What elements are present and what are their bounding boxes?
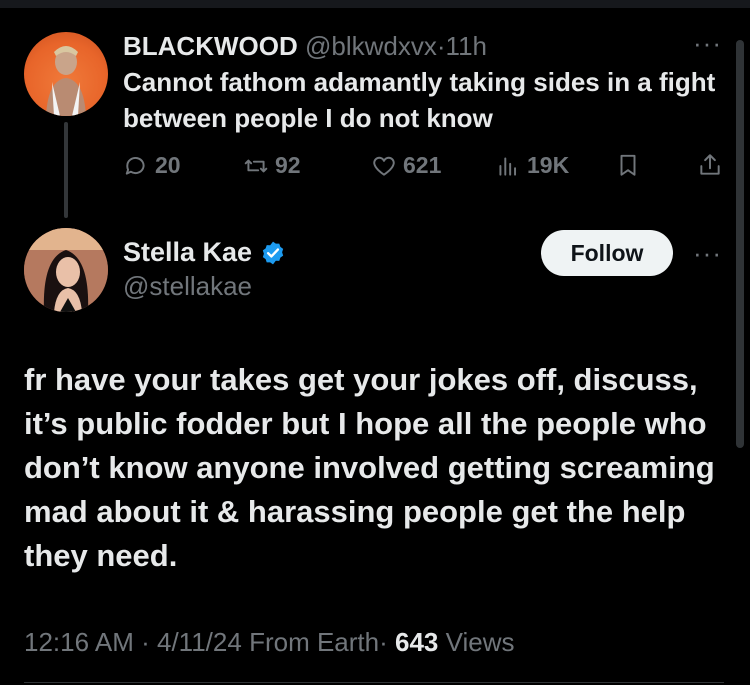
parent-action-bar: 20 92 621 19K bbox=[123, 152, 723, 184]
author-header[interactable]: Stella Kae bbox=[123, 237, 286, 268]
views-count: 643 bbox=[395, 627, 439, 657]
bookmark-button[interactable] bbox=[615, 152, 641, 178]
header-separator: · bbox=[436, 31, 446, 61]
heart-icon bbox=[373, 156, 395, 176]
tweet-date[interactable]: 4/11/24 bbox=[157, 627, 242, 657]
top-edge bbox=[0, 0, 750, 8]
author-display-name[interactable]: Stella Kae bbox=[123, 237, 252, 268]
retweet-count: 92 bbox=[275, 152, 301, 178]
follow-button[interactable]: Follow bbox=[541, 230, 673, 276]
like-count: 621 bbox=[403, 152, 442, 178]
parent-handle[interactable]: @blkwdxvx bbox=[305, 31, 437, 61]
reply-icon bbox=[125, 156, 145, 175]
reply-count: 20 bbox=[155, 152, 181, 178]
views-label: Views bbox=[445, 627, 515, 657]
share-button[interactable] bbox=[697, 152, 723, 178]
parent-tweet-text: Cannot fathom adamantly taking sides in … bbox=[123, 67, 716, 133]
tweet-time[interactable]: 12:16 AM bbox=[24, 627, 134, 657]
avatar-image bbox=[46, 46, 86, 116]
avatar[interactable] bbox=[24, 32, 108, 116]
verified-badge-icon bbox=[262, 241, 284, 264]
tweet-text: fr have your takes get your jokes off, d… bbox=[24, 362, 715, 573]
view-count: 19K bbox=[527, 152, 570, 178]
scrollbar[interactable] bbox=[736, 40, 744, 448]
meta-separator: · bbox=[141, 627, 150, 657]
avatar[interactable] bbox=[24, 228, 108, 312]
author-handle[interactable]: @stellakae bbox=[123, 271, 252, 302]
thread-connector bbox=[64, 122, 68, 218]
more-options-icon[interactable]: ··· bbox=[693, 28, 722, 59]
meta-separator: · bbox=[379, 627, 388, 657]
like-button[interactable]: 621 bbox=[371, 152, 441, 179]
more-options-icon[interactable]: ··· bbox=[693, 238, 722, 269]
retweet-icon bbox=[244, 159, 268, 172]
share-icon bbox=[700, 154, 720, 175]
retweet-button[interactable]: 92 bbox=[243, 152, 301, 179]
parent-display-name[interactable]: BLACKWOOD bbox=[123, 31, 298, 61]
reply-button[interactable]: 20 bbox=[123, 152, 181, 179]
parent-header[interactable]: BLACKWOOD @blkwdxvx·11h bbox=[123, 31, 487, 62]
avatar-image bbox=[24, 228, 108, 312]
divider bbox=[24, 682, 724, 683]
tweet-metadata: 12:16 AM · 4/11/24 From Earth· 643 Views bbox=[24, 627, 515, 658]
bookmark-icon bbox=[620, 154, 636, 176]
tweet-source: From Earth bbox=[249, 627, 380, 657]
analytics-icon bbox=[499, 156, 517, 176]
parent-time[interactable]: 11h bbox=[446, 31, 487, 61]
views-button[interactable]: 19K bbox=[495, 152, 569, 179]
